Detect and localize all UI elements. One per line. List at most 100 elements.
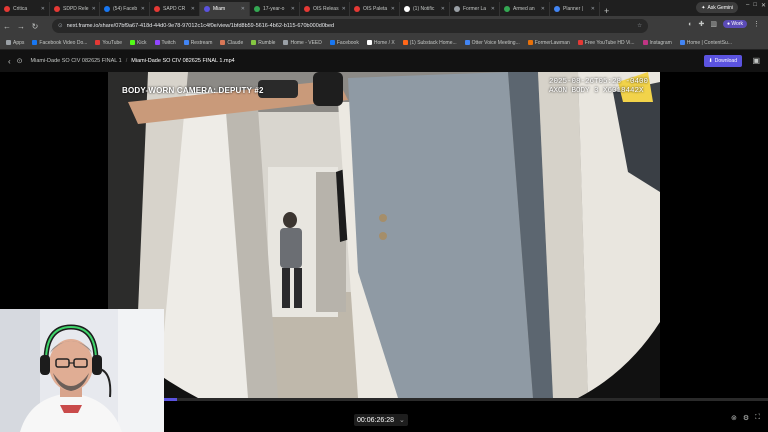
layout-toggle-icon[interactable]: ▣ xyxy=(752,56,760,65)
bookmark-label: Instagram xyxy=(649,39,672,46)
tab-close-icon[interactable]: ✕ xyxy=(141,6,145,12)
tab-favicon-icon xyxy=(104,6,110,12)
ask-gemini-button[interactable]: ✦ Ask Gemini xyxy=(696,2,738,13)
file-name: Miami-Dade SO CIV 082625 FINAL 1.mp4 xyxy=(131,58,235,64)
breadcrumb-parent[interactable]: Miami-Dade SO CIV 082625 FINAL 1 xyxy=(31,58,122,64)
bookmark-favicon-icon xyxy=(679,40,685,45)
timecode-text: 00:06:26:28 xyxy=(357,417,394,424)
browser-tab[interactable]: (1) Notific ✕ xyxy=(400,2,450,16)
bookmark-item[interactable]: Facebook xyxy=(329,40,359,46)
tab-close-icon[interactable]: ✕ xyxy=(191,6,195,12)
bookmark-item[interactable]: Otter Voice Meeting... xyxy=(464,40,520,46)
browser-tab[interactable]: Armed an ✕ xyxy=(500,2,550,16)
bookmark-item[interactable]: Restream xyxy=(183,40,212,46)
browser-tab[interactable]: 17-year-o ✕ xyxy=(250,2,300,16)
tab-label: Former La xyxy=(463,6,487,12)
browser-tab[interactable]: Critica ✕ xyxy=(0,2,50,16)
tab-close-icon[interactable]: ✕ xyxy=(241,6,245,12)
tab-favicon-icon xyxy=(54,6,60,12)
bookmark-item[interactable]: Claude xyxy=(220,40,243,46)
close-window-icon[interactable]: ✕ xyxy=(761,2,766,9)
bookmark-label: Home / X xyxy=(373,39,395,46)
tab-label: Planner | xyxy=(563,6,583,12)
bookmark-label: Apps xyxy=(13,39,25,46)
settings-icon[interactable]: ⚙ xyxy=(743,414,749,422)
bookmark-favicon-icon xyxy=(95,40,101,45)
download-label: Download xyxy=(714,58,737,64)
tab-favicon-icon xyxy=(404,6,410,12)
location-pin-icon[interactable]: ⊚ xyxy=(731,414,737,422)
tab-label: OIS Paleta xyxy=(363,6,388,12)
webcam-person xyxy=(0,309,164,432)
video-frame[interactable]: BODY-WORN CAMERA: DEPUTY #2 2025-08-26T0… xyxy=(108,72,660,398)
tab-label: SAPD CR xyxy=(163,6,186,12)
side-panel-icon[interactable]: ▥ xyxy=(710,20,717,28)
tab-close-icon[interactable]: ✕ xyxy=(591,6,595,12)
puzzle-extensions-icon[interactable]: ✚ xyxy=(699,20,705,28)
tab-close-icon[interactable]: ✕ xyxy=(441,6,445,12)
back-icon[interactable]: ← xyxy=(0,22,14,31)
profile-button[interactable]: ● Work xyxy=(723,20,747,28)
browser-tab[interactable]: Miam ✕ xyxy=(200,2,250,16)
browser-tab[interactable]: Planner | ✕ xyxy=(550,2,600,16)
bookmark-star-icon[interactable]: ☆ xyxy=(637,23,642,29)
bookmark-item[interactable]: Twitch xyxy=(154,40,176,46)
bookmark-item[interactable]: FormerLawman xyxy=(527,40,570,46)
tab-close-icon[interactable]: ✕ xyxy=(342,6,346,12)
bookmark-favicon-icon xyxy=(220,40,226,45)
bookmark-item[interactable]: Home - VEED xyxy=(283,40,322,46)
tab-close-icon[interactable]: ✕ xyxy=(491,6,495,12)
bookmark-item[interactable]: (1) Substack Home... xyxy=(402,40,457,46)
back-chevron-icon[interactable]: ‹ xyxy=(8,57,11,66)
site-info-icon[interactable]: ⊙ xyxy=(58,23,63,29)
new-tab-button[interactable]: + xyxy=(600,6,613,16)
window-controls: – □ ✕ xyxy=(746,2,766,9)
browser-tab[interactable]: (54) Faceb ✕ xyxy=(100,2,150,16)
tab-close-icon[interactable]: ✕ xyxy=(291,6,295,12)
fullscreen-icon[interactable]: ⛶ xyxy=(755,414,760,422)
bookmark-item[interactable]: YouTube xyxy=(95,40,122,46)
bookmark-item[interactable]: Free YouTube HD Vi... xyxy=(577,40,635,46)
tab-favicon-icon xyxy=(454,6,460,12)
bookmark-favicon-icon xyxy=(527,40,533,45)
tab-label: Armed an xyxy=(513,6,535,12)
address-bar[interactable]: ⊙ next.frame.io/share/07bf9a67-418d-44d0… xyxy=(52,19,648,33)
timecode-display[interactable]: 00:06:26:28 ⌄ xyxy=(354,414,408,426)
bookmark-item[interactable]: Facebook Video Do... xyxy=(32,40,87,46)
browser-toolbar: ← → ↻ ⊙ next.frame.io/share/07bf9a67-418… xyxy=(0,16,768,36)
tab-favicon-icon xyxy=(254,6,260,12)
bookmark-label: YouTube xyxy=(102,39,123,46)
reload-icon[interactable]: ↻ xyxy=(28,22,42,31)
bookmark-item[interactable]: Apps xyxy=(6,40,24,46)
bookmark-favicon-icon xyxy=(577,40,583,45)
tab-close-icon[interactable]: ✕ xyxy=(391,6,395,12)
minimize-icon[interactable]: – xyxy=(746,2,749,9)
browser-tab[interactable]: SDPD Rele ✕ xyxy=(50,2,100,16)
bookmark-item[interactable]: Kick xyxy=(130,40,147,46)
bodycam-overlay-title: BODY-WORN CAMERA: DEPUTY #2 xyxy=(122,86,264,95)
menu-icon[interactable]: ⋮ xyxy=(753,20,760,28)
tab-label: 17-year-o xyxy=(263,6,285,12)
browser-tab[interactable]: Former La ✕ xyxy=(450,2,500,16)
tab-favicon-icon xyxy=(554,6,560,12)
browser-tab[interactable]: OIS Paleta ✕ xyxy=(350,2,400,16)
bookmark-item[interactable]: Instagram xyxy=(642,39,672,46)
bookmark-item[interactable]: Home | ContentSu... xyxy=(679,40,732,46)
forward-icon[interactable]: → xyxy=(14,22,28,31)
bookmark-item[interactable]: Home / X xyxy=(366,39,395,46)
browser-tab[interactable]: SAPD CR ✕ xyxy=(150,2,200,16)
browser-tab[interactable]: OIS Releas ✕ xyxy=(300,2,350,16)
tab-favicon-icon xyxy=(504,6,510,12)
tab-close-icon[interactable]: ✕ xyxy=(92,6,96,12)
player-right-controls: ⊚ ⚙ ⛶ xyxy=(731,414,760,422)
maximize-icon[interactable]: □ xyxy=(753,2,757,9)
timecode-dropdown-icon: ⌄ xyxy=(398,417,405,424)
extension-icon[interactable]: ◐ xyxy=(688,21,692,28)
bookmark-favicon-icon xyxy=(402,40,408,45)
download-button[interactable]: ⬇ Download xyxy=(703,55,742,67)
bookmark-item[interactable]: Rumble xyxy=(251,40,275,46)
tab-close-icon[interactable]: ✕ xyxy=(541,6,545,12)
tab-close-icon[interactable]: ✕ xyxy=(41,6,45,12)
gemini-icon: ✦ xyxy=(701,4,706,11)
webcam-overlay xyxy=(0,309,164,432)
